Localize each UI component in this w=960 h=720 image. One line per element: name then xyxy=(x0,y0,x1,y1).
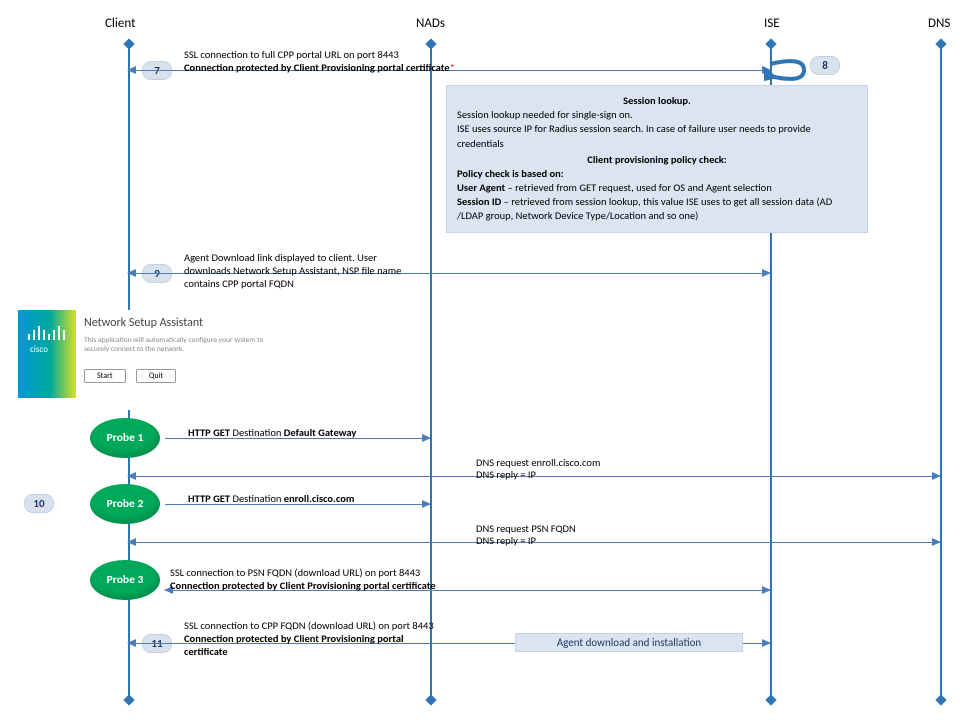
svg-text:cisco: cisco xyxy=(30,344,48,355)
probe-2: Probe 2 xyxy=(90,484,160,524)
agent-download-box: Agent download and installation xyxy=(515,633,743,652)
step-8: 8 xyxy=(810,56,840,75)
msg-dns2b: DNS reply = IP xyxy=(476,534,536,547)
step-10: 10 xyxy=(24,494,54,513)
session-lookup-box: Session lookup. Session lookup needed fo… xyxy=(446,85,868,233)
cisco-panel: cisco xyxy=(18,310,76,398)
msg-7: SSL connection to full CPP portal URL on… xyxy=(184,48,455,74)
msg-probe2: HTTP GET Destination enroll.cisco.com xyxy=(188,492,354,505)
nsa-quit-button[interactable]: Quit xyxy=(136,369,176,383)
msg-probe3: SSL connection to PSN FQDN (download URL… xyxy=(170,566,436,592)
probe-1: Probe 1 xyxy=(90,418,160,458)
msg-dns1b: DNS reply = IP xyxy=(476,468,536,481)
nsa-card: Network Setup Assistant This application… xyxy=(76,310,284,410)
head-ise: ISE xyxy=(764,16,780,31)
msg-probe1: HTTP GET Destination Default Gateway xyxy=(188,426,356,439)
ise-self-arrow-icon xyxy=(764,58,806,85)
msg-11: SSL connection to CPP FQDN (download URL… xyxy=(184,619,434,658)
msg-9: Agent Download link displayed to client.… xyxy=(184,251,401,290)
head-dns: DNS xyxy=(928,16,950,31)
nsa-start-button[interactable]: Start xyxy=(84,369,126,383)
head-nads: NADs xyxy=(416,16,445,31)
probe-3: Probe 3 xyxy=(90,560,160,600)
head-client: Client xyxy=(105,16,135,31)
